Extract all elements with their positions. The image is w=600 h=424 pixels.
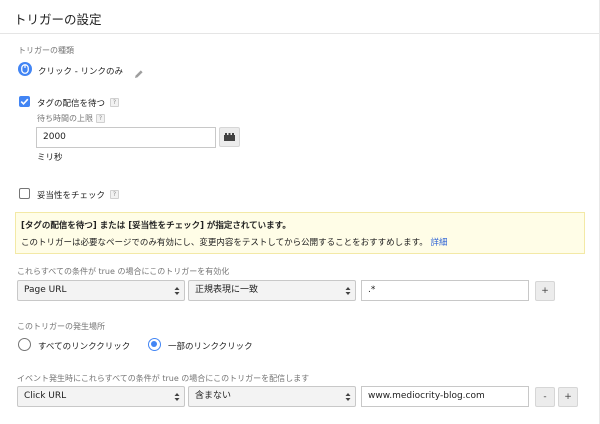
fire-operator-select[interactable]: 含まない bbox=[188, 386, 356, 407]
variable-picker-button[interactable] bbox=[219, 127, 240, 147]
dialog-header: トリガーの設定 bbox=[0, 0, 600, 34]
max-wait-label: 待ち時間の上限 bbox=[37, 114, 93, 123]
trigger-type-label: トリガーの種類 bbox=[18, 46, 74, 55]
edit-pencil-icon[interactable] bbox=[134, 64, 144, 83]
some-link-clicks-radio[interactable] bbox=[148, 338, 161, 351]
select-arrows-icon bbox=[174, 287, 180, 295]
fire-value-input[interactable]: www.mediocrity-blog.com bbox=[361, 386, 529, 407]
trigger-type-value: クリック - リンクのみ bbox=[38, 67, 123, 77]
notice-title: [タグの配信を待つ] または [妥当性をチェック] が指定されています。 bbox=[21, 221, 291, 231]
select-arrows-icon bbox=[174, 393, 180, 401]
enable-variable-value: Page URL bbox=[24, 285, 67, 295]
check-validation-label: 妥当性をチェック bbox=[37, 191, 106, 201]
warning-notice: [タグの配信を待つ] または [妥当性をチェック] が指定されています。 このト… bbox=[15, 212, 585, 254]
fire-variable-select[interactable]: Click URL bbox=[17, 386, 185, 407]
max-wait-unit: ミリ秒 bbox=[37, 153, 63, 163]
check-validation-checkbox[interactable] bbox=[19, 188, 30, 199]
all-link-clicks-label: すべてのリンククリック bbox=[38, 342, 131, 352]
enable-variable-select[interactable]: Page URL bbox=[17, 280, 185, 301]
notice-body-text: このトリガーは必要なページでのみ有効にし、変更内容をテストしてから公開することを… bbox=[21, 238, 428, 248]
enable-operator-value: 正規表現に一致 bbox=[195, 285, 259, 295]
page-title: トリガーの設定 bbox=[14, 12, 102, 27]
notice-body: このトリガーは必要なページでのみ有効にし、変更内容をテストしてから公開することを… bbox=[21, 236, 447, 248]
help-icon[interactable]: ? bbox=[110, 190, 119, 199]
help-icon[interactable]: ? bbox=[96, 114, 105, 123]
remove-fire-condition-button[interactable]: - bbox=[535, 387, 555, 407]
wait-for-tags-checkbox[interactable] bbox=[19, 96, 30, 107]
add-enable-condition-button[interactable]: + bbox=[535, 281, 555, 301]
mouse-click-icon bbox=[18, 62, 32, 76]
all-link-clicks-radio[interactable] bbox=[18, 338, 31, 351]
help-icon[interactable]: ? bbox=[110, 98, 119, 107]
some-link-clicks-label: 一部のリンククリック bbox=[168, 342, 253, 352]
fire-operator-value: 含まない bbox=[195, 391, 232, 401]
fire-variable-value: Click URL bbox=[24, 391, 67, 401]
fire-on-label: このトリガーの発生場所 bbox=[17, 322, 105, 331]
max-wait-input[interactable]: 2000 bbox=[36, 127, 216, 148]
enable-operator-select[interactable]: 正規表現に一致 bbox=[188, 280, 356, 301]
fire-conditions-label: イベント発生時にこれらすべての条件が true の場合にこのトリガーを配信します bbox=[17, 374, 310, 383]
select-arrows-icon bbox=[345, 393, 351, 401]
learn-more-link[interactable]: 詳細 bbox=[430, 238, 447, 248]
enable-value-input[interactable]: .* bbox=[361, 280, 529, 301]
wait-for-tags-label: タグの配信を待つ bbox=[37, 99, 106, 109]
enable-conditions-label: これらすべての条件が true の場合にこのトリガーを有効化 bbox=[17, 267, 230, 276]
add-fire-condition-button[interactable]: + bbox=[558, 387, 578, 407]
select-arrows-icon bbox=[345, 287, 351, 295]
